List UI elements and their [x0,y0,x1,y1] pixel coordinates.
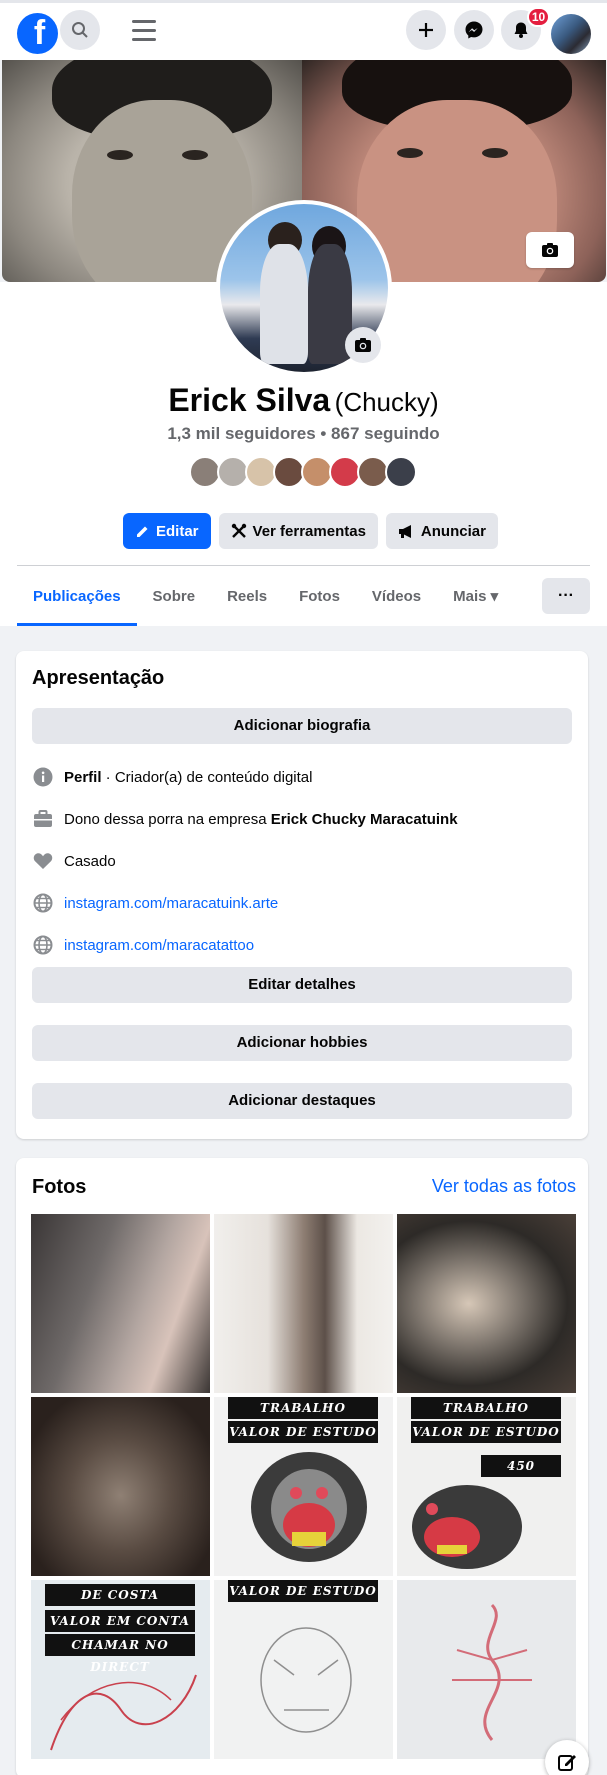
photo-thumbnail[interactable] [31,1214,210,1393]
profile-tabs: Publicações Sobre Reels Fotos Vídeos Mais ▾ [17,566,514,626]
view-tools-label: Ver ferramentas [252,522,366,540]
photo-thumbnail[interactable]: TRABALHO GRANDE VALOR DE ESTUDO [214,1397,393,1576]
relationship-row: Casado [32,850,116,872]
top-nav-bar: f 10 [0,0,607,60]
photo-thumbnail[interactable]: DE COSTA VALOR EM CONTA CHAMAR NO DIRECT [31,1580,210,1759]
plus-icon [419,23,433,37]
edit-details-button[interactable]: Editar detalhes [32,967,572,1003]
profile-category-row: Perfil · Criador(a) de conteúdo digital [32,766,312,788]
edit-profile-picture-button[interactable] [345,327,381,363]
photo-thumbnail[interactable] [31,1397,210,1576]
tiger-sketch [260,1627,352,1733]
bear-drawing [412,1485,522,1569]
search-icon [72,22,88,38]
menu-icon[interactable] [132,20,156,42]
tab-3[interactable]: Fotos [283,566,356,626]
advertise-button[interactable]: Anunciar [385,513,498,549]
create-button[interactable] [406,10,446,50]
account-avatar[interactable] [551,14,591,54]
add-hobbies-button[interactable]: Adicionar hobbies [32,1025,572,1061]
facebook-logo[interactable]: f [17,13,58,54]
relationship-status: Casado [64,852,116,870]
work-prefix: Dono dessa porra na empresa [64,810,271,828]
website-row-1: instagram.com/maracatuink.arte [32,892,278,914]
sketch-drawing [50,1674,197,1751]
photo-thumbnail[interactable]: TRABALHO GRANDE VALOR DE ESTUDO 450 [397,1397,576,1576]
add-bio-button[interactable]: Adicionar biografia [32,708,572,744]
view-tools-button[interactable]: Ver ferramentas [218,513,378,549]
profile-actions: Editar Ver ferramentas Anunciar [123,513,498,549]
follower-stats[interactable]: 1,3 mil seguidores • 867 seguindo [0,424,607,444]
edit-profile-button[interactable]: Editar [123,513,211,549]
alternate-name: (Chucky) [334,387,439,417]
profile-name-line: Erick Silva (Chucky) [0,382,607,419]
scorpion-sketch [452,1603,532,1741]
photo-thumbnail[interactable] [397,1580,576,1759]
more-options-button[interactable]: ··· [542,578,590,614]
logo-letter: f [33,14,46,52]
work-company[interactable]: Erick Chucky Maracatuink [271,811,458,828]
camera-icon [355,338,371,352]
website-row-2: instagram.com/maracatattoo [32,934,254,956]
tools-icon [231,523,246,538]
edit-profile-label: Editar [156,522,199,540]
intro-card: Apresentação Adicionar biografia Perfil … [16,651,588,1139]
messenger-icon [465,21,483,39]
messenger-button[interactable] [454,10,494,50]
photo-grid: TRABALHO GRANDE VALOR DE ESTUDO TRABALHO… [31,1214,577,1759]
info-icon [33,767,53,787]
globe-icon [33,935,53,955]
tab-0[interactable]: Publicações [17,566,137,626]
notification-badge: 10 [527,7,550,27]
camera-icon [542,243,558,257]
gorilla-drawing [251,1452,367,1562]
profile-category: · Criador(a) de conteúdo digital [101,768,313,786]
tab-1[interactable]: Sobre [137,566,212,626]
bell-icon [514,22,528,38]
photo-thumbnail[interactable] [397,1214,576,1393]
website-link-1[interactable]: instagram.com/maracatuink.arte [64,895,278,912]
profile-name: Erick Silva [168,382,331,418]
advertise-label: Anunciar [420,522,486,540]
globe-icon [33,893,53,913]
tab-2[interactable]: Reels [211,566,283,626]
megaphone-icon [398,524,411,538]
briefcase-icon [34,810,52,827]
follower-avatar[interactable] [385,456,417,488]
work-row: Dono dessa porra na empresa Erick Chucky… [32,808,458,830]
intro-title: Apresentação [32,667,165,689]
follower-avatars[interactable] [189,456,417,488]
tab-4[interactable]: Vídeos [356,566,437,626]
pencil-icon [137,526,148,537]
compose-icon [558,1755,576,1771]
website-link-2[interactable]: instagram.com/maracatattoo [64,937,254,954]
add-featured-button[interactable]: Adicionar destaques [32,1083,572,1119]
photo-thumbnail[interactable] [214,1214,393,1393]
profile-label: Perfil [64,768,102,786]
photo-thumbnail[interactable]: VALOR DE ESTUDO [214,1580,393,1759]
heart-icon [33,853,53,869]
edit-cover-button[interactable] [526,232,574,268]
search-button[interactable] [60,10,100,50]
photos-title: Fotos [32,1176,87,1198]
see-all-photos-link[interactable]: Ver todas as fotos [432,1176,576,1197]
photos-card: Fotos Ver todas as fotos TRABALHO GRANDE… [16,1158,588,1775]
tab-5[interactable]: Mais ▾ [437,566,514,626]
